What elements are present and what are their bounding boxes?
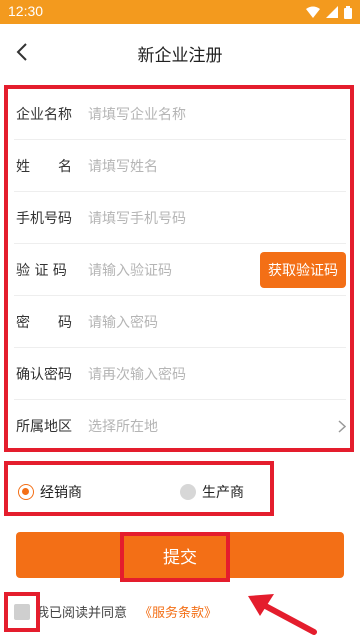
nav-bar: 新企业注册 [0, 24, 360, 80]
phone-row[interactable]: 手机号码 请填写手机号码 [0, 192, 360, 244]
battery-icon [344, 5, 352, 19]
confirm-password-input[interactable]: 请再次输入密码 [88, 364, 186, 384]
chevron-right-icon [338, 420, 346, 433]
status-bar: 12:30 [0, 0, 360, 24]
company-name-input[interactable]: 请填写企业名称 [88, 104, 186, 124]
name-input[interactable]: 请填写姓名 [88, 156, 158, 176]
agreement-checkbox[interactable] [14, 603, 30, 620]
name-label: 姓 名 [16, 159, 72, 175]
phone-label: 手机号码 [16, 211, 72, 227]
name-row[interactable]: 姓 名 请填写姓名 [0, 140, 360, 192]
terms-link[interactable]: 《服务条款》 [139, 602, 217, 621]
radio-distributor-label: 经销商 [40, 485, 82, 501]
password-label: 密 码 [16, 315, 72, 331]
verification-code-row[interactable]: 验 证 码 请输入验证码 获取验证码 [0, 244, 360, 296]
signal-icon [326, 6, 338, 18]
radio-manufacturer[interactable]: 生产商 [180, 482, 244, 502]
region-select[interactable]: 选择所在地 [88, 416, 158, 436]
verification-code-label: 验 证 码 [16, 263, 67, 279]
confirm-password-row[interactable]: 确认密码 请再次输入密码 [0, 348, 360, 400]
status-time: 12:30 [8, 3, 44, 19]
company-name-row[interactable]: 企业名称 请填写企业名称 [0, 88, 360, 140]
password-input[interactable]: 请输入密码 [88, 312, 158, 332]
get-code-button[interactable]: 获取验证码 [260, 252, 346, 288]
submit-button[interactable]: 提交 [16, 532, 344, 578]
arrow-pointer-icon [248, 594, 317, 635]
status-icons [306, 5, 352, 19]
verification-code-input[interactable]: 请输入验证码 [88, 260, 172, 280]
agreement-text: 我已阅读并同意 [36, 606, 128, 621]
business-type-group: 经销商 生产商 [0, 468, 360, 514]
region-row[interactable]: 所属地区 选择所在地 [0, 400, 360, 452]
radio-selected-icon [18, 484, 34, 500]
company-name-label: 企业名称 [16, 107, 72, 123]
region-label: 所属地区 [16, 419, 72, 435]
page-title: 新企业注册 [137, 46, 223, 66]
radio-manufacturer-label: 生产商 [202, 485, 244, 501]
password-row[interactable]: 密 码 请输入密码 [0, 296, 360, 348]
wifi-icon [306, 6, 320, 18]
radio-distributor[interactable]: 经销商 [18, 482, 82, 502]
confirm-password-label: 确认密码 [16, 367, 72, 383]
phone-input[interactable]: 请填写手机号码 [88, 208, 186, 228]
radio-unselected-icon [180, 484, 196, 500]
agreement-row: 我已阅读并同意 《服务条款》 [14, 602, 217, 621]
